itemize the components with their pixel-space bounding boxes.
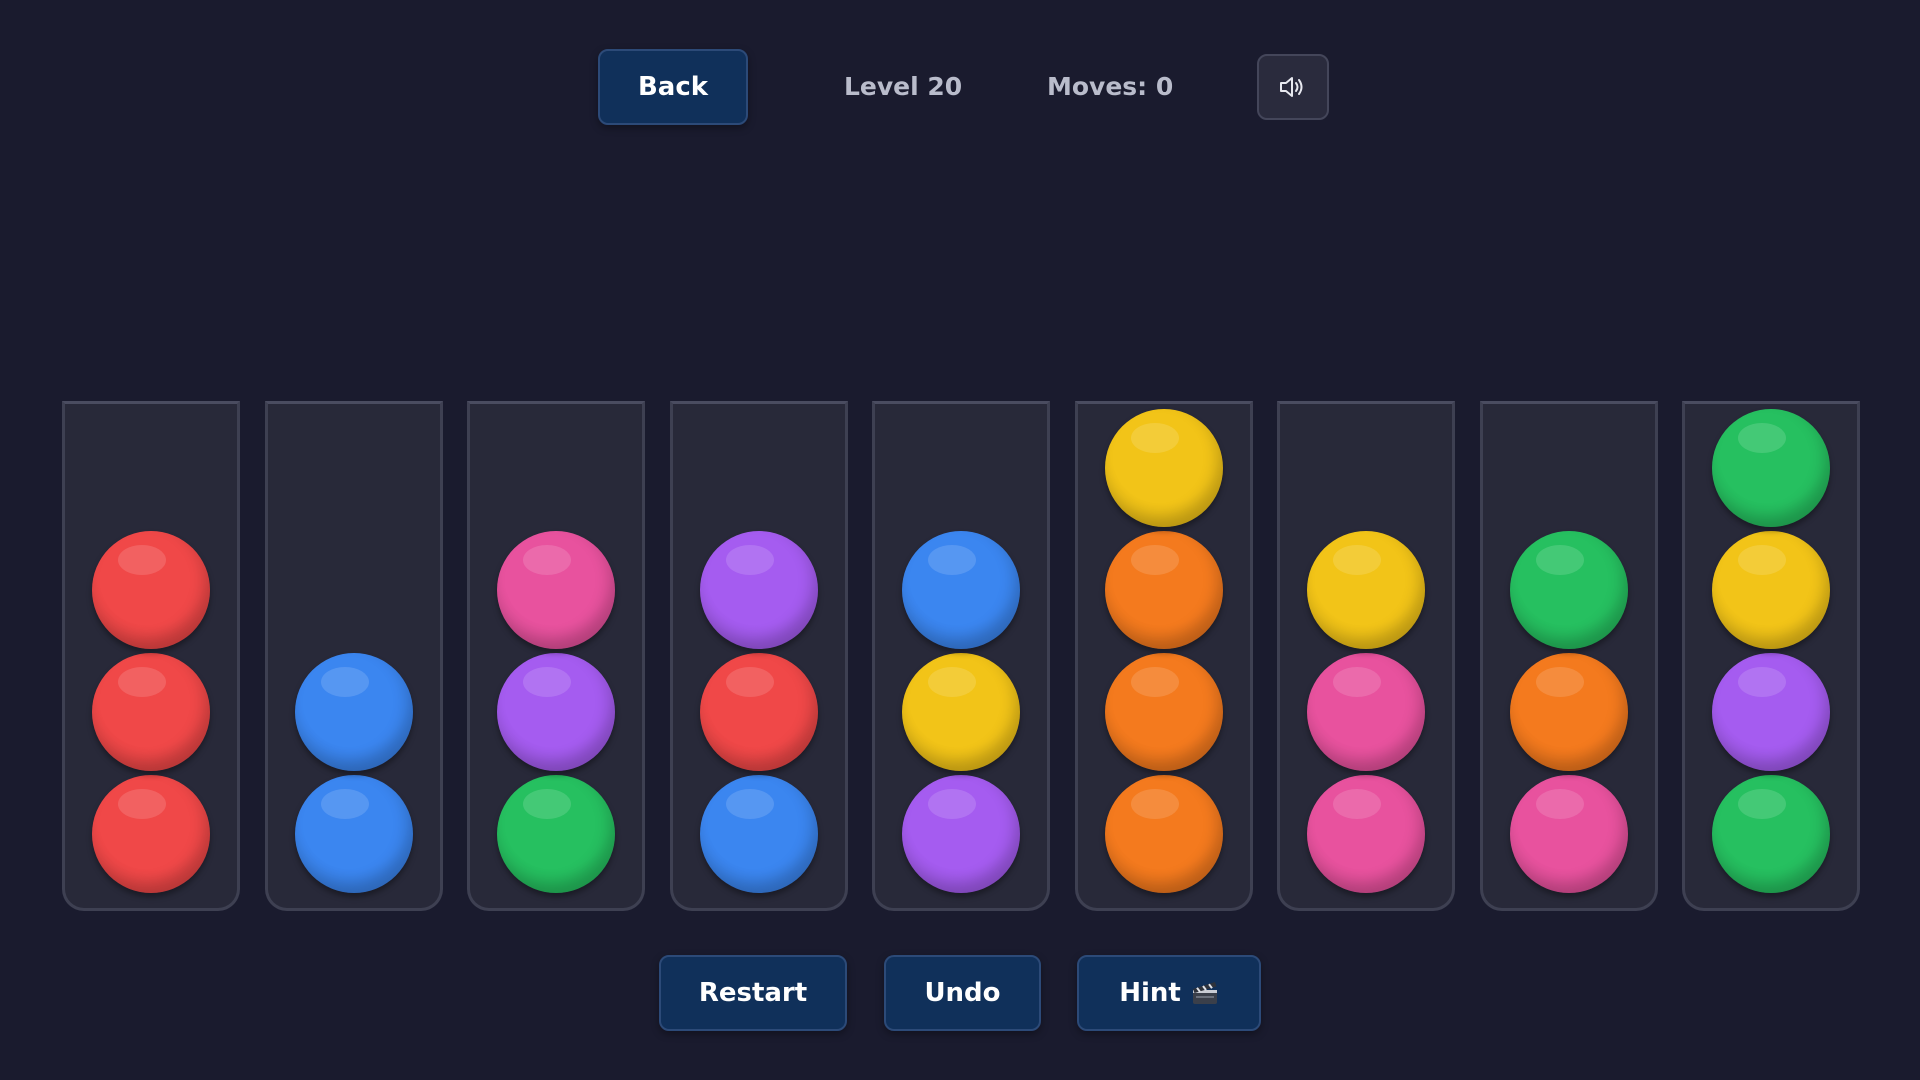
ball-green[interactable] — [497, 775, 615, 893]
undo-button[interactable]: Undo — [884, 955, 1041, 1031]
clapperboard-icon — [1191, 980, 1219, 1006]
ball-green[interactable] — [1712, 409, 1830, 527]
ball-yellow[interactable] — [1712, 531, 1830, 649]
tube-6[interactable] — [1075, 401, 1253, 911]
ball-pink[interactable] — [1510, 775, 1628, 893]
hint-button[interactable]: Hint — [1077, 955, 1261, 1031]
top-bar: Back Level 20 Moves: 0 — [0, 0, 1920, 175]
ball-red[interactable] — [92, 775, 210, 893]
ball-pink[interactable] — [1307, 775, 1425, 893]
ball-blue[interactable] — [700, 775, 818, 893]
ball-yellow[interactable] — [1105, 409, 1223, 527]
ball-green[interactable] — [1712, 775, 1830, 893]
ball-yellow[interactable] — [902, 653, 1020, 771]
ball-blue[interactable] — [295, 653, 413, 771]
tube-1[interactable] — [62, 401, 240, 911]
tube-2[interactable] — [265, 401, 443, 911]
ball-pink[interactable] — [497, 531, 615, 649]
tube-5[interactable] — [872, 401, 1050, 911]
game-screen: Back Level 20 Moves: 0 Restart Undo Hint — [0, 0, 1920, 1080]
tube-9[interactable] — [1682, 401, 1860, 911]
tube-3[interactable] — [467, 401, 645, 911]
tube-7[interactable] — [1277, 401, 1455, 911]
ball-purple[interactable] — [497, 653, 615, 771]
ball-red[interactable] — [92, 653, 210, 771]
ball-pink[interactable] — [1307, 653, 1425, 771]
back-button[interactable]: Back — [598, 49, 748, 125]
ball-yellow[interactable] — [1307, 531, 1425, 649]
level-label: Level 20 — [844, 72, 963, 101]
speaker-icon — [1280, 77, 1303, 97]
ball-orange[interactable] — [1105, 775, 1223, 893]
tube-8[interactable] — [1480, 401, 1658, 911]
hint-button-label: Hint — [1119, 978, 1181, 1008]
ball-green[interactable] — [1510, 531, 1628, 649]
ball-blue[interactable] — [902, 531, 1020, 649]
ball-purple[interactable] — [902, 775, 1020, 893]
ball-red[interactable] — [92, 531, 210, 649]
restart-button[interactable]: Restart — [659, 955, 847, 1031]
ball-purple[interactable] — [700, 531, 818, 649]
ball-blue[interactable] — [295, 775, 413, 893]
moves-counter: Moves: 0 — [1047, 72, 1174, 101]
ball-orange[interactable] — [1105, 653, 1223, 771]
ball-red[interactable] — [700, 653, 818, 771]
ball-orange[interactable] — [1105, 531, 1223, 649]
tube-4[interactable] — [670, 401, 848, 911]
ball-purple[interactable] — [1712, 653, 1830, 771]
sound-toggle-button[interactable] — [1257, 54, 1329, 120]
ball-orange[interactable] — [1510, 653, 1628, 771]
